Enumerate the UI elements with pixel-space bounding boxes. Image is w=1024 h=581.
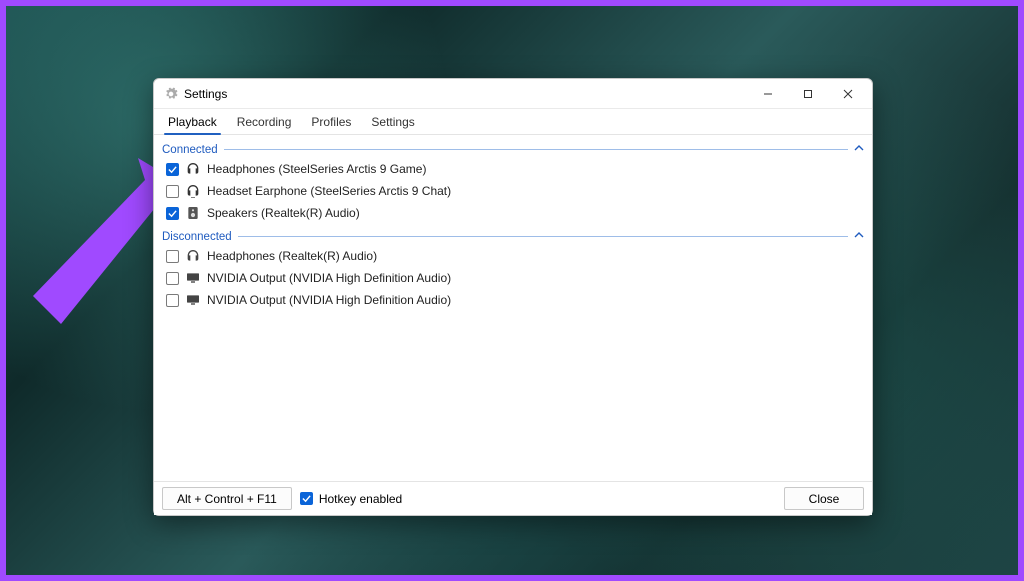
hotkey-enabled-label: Hotkey enabled xyxy=(319,492,402,506)
window-title: Settings xyxy=(184,87,227,101)
app-gear-icon xyxy=(164,87,178,101)
device-row[interactable]: Headphones (SteelSeries Arctis 9 Game) xyxy=(160,158,866,180)
device-label: Headset Earphone (SteelSeries Arctis 9 C… xyxy=(207,184,451,198)
device-checkbox[interactable] xyxy=(166,272,179,285)
group-connected-label: Connected xyxy=(162,144,218,156)
device-row[interactable]: NVIDIA Output (NVIDIA High Definition Au… xyxy=(160,267,866,289)
device-checkbox[interactable] xyxy=(166,207,179,220)
monitor-icon xyxy=(185,292,201,308)
monitor-icon xyxy=(185,270,201,286)
footer: Alt + Control + F11 Hotkey enabled Close xyxy=(154,481,872,515)
device-checkbox[interactable] xyxy=(166,250,179,263)
tab-playback[interactable]: Playback xyxy=(158,111,227,134)
settings-window: Settings Playback Recording Profiles Set… xyxy=(153,78,873,516)
chevron-up-icon xyxy=(854,143,864,156)
group-disconnected-label: Disconnected xyxy=(162,231,232,243)
minimize-button[interactable] xyxy=(748,80,788,108)
device-checkbox[interactable] xyxy=(166,163,179,176)
device-row[interactable]: NVIDIA Output (NVIDIA High Definition Au… xyxy=(160,289,866,311)
device-label: Speakers (Realtek(R) Audio) xyxy=(207,206,360,220)
device-row[interactable]: Speakers (Realtek(R) Audio) xyxy=(160,202,866,224)
tab-recording[interactable]: Recording xyxy=(227,111,302,134)
headset-icon xyxy=(185,183,201,199)
device-checkbox[interactable] xyxy=(166,185,179,198)
device-checkbox[interactable] xyxy=(166,294,179,307)
titlebar: Settings xyxy=(154,79,872,109)
group-connected-header[interactable]: Connected xyxy=(160,141,866,158)
device-label: Headphones (SteelSeries Arctis 9 Game) xyxy=(207,162,426,176)
group-disconnected-header[interactable]: Disconnected xyxy=(160,228,866,245)
device-row[interactable]: Headphones (Realtek(R) Audio) xyxy=(160,245,866,267)
maximize-button[interactable] xyxy=(788,80,828,108)
close-button[interactable]: Close xyxy=(784,487,864,510)
divider xyxy=(224,149,848,150)
hotkey-button[interactable]: Alt + Control + F11 xyxy=(162,487,292,510)
device-label: Headphones (Realtek(R) Audio) xyxy=(207,249,377,263)
close-window-button[interactable] xyxy=(828,80,868,108)
tab-bar: Playback Recording Profiles Settings xyxy=(154,109,872,135)
device-row[interactable]: Headset Earphone (SteelSeries Arctis 9 C… xyxy=(160,180,866,202)
hotkey-enabled-checkbox[interactable] xyxy=(300,492,313,505)
headphones-icon xyxy=(185,161,201,177)
device-label: NVIDIA Output (NVIDIA High Definition Au… xyxy=(207,271,451,285)
headphones-icon xyxy=(185,248,201,264)
tab-profiles[interactable]: Profiles xyxy=(301,111,361,134)
device-label: NVIDIA Output (NVIDIA High Definition Au… xyxy=(207,293,451,307)
divider xyxy=(238,236,848,237)
chevron-up-icon xyxy=(854,230,864,243)
device-list: Connected Headphones (SteelSeries Arctis… xyxy=(154,135,872,481)
speaker-icon xyxy=(185,205,201,221)
tab-settings[interactable]: Settings xyxy=(361,111,424,134)
